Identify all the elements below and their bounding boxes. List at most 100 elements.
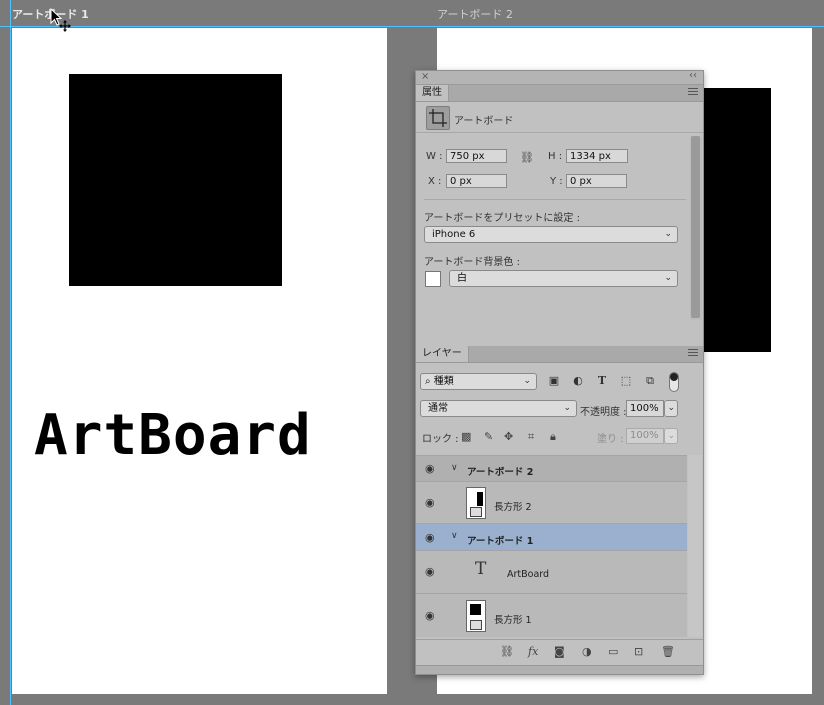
rectangle-1[interactable] (69, 74, 282, 286)
fill-label: 塗り : (597, 434, 624, 445)
filter-kind-value: 種類 (433, 376, 454, 387)
collapse-icon[interactable]: ‹‹ (689, 70, 697, 81)
eye-icon[interactable]: ◉ (425, 462, 435, 475)
tab-layers[interactable]: レイヤー (416, 346, 469, 362)
chevron-down-icon[interactable]: ∨ (451, 531, 458, 541)
bg-color-select[interactable]: 白 ⌄ (449, 270, 678, 287)
filter-kind-select[interactable]: ⌕ 種類 ⌄ (420, 373, 537, 390)
smart-object-filter-icon[interactable]: ⧉ (644, 375, 656, 387)
layer-thumbnail (466, 600, 486, 632)
opacity-label: 不透明度 : (580, 407, 627, 418)
new-group-icon[interactable]: ▭ (608, 645, 618, 658)
layer-name[interactable]: 長方形 2 (494, 499, 532, 513)
width-label: W : (426, 151, 443, 162)
tab-properties[interactable]: 属性 (416, 85, 449, 101)
width-field[interactable]: 750 px (446, 149, 507, 163)
layer-row-artboard-2[interactable]: ◉ ∨ アートボード 2 (416, 455, 687, 481)
layer-name[interactable]: ArtBoard (507, 569, 549, 580)
layer-name[interactable]: アートボード 1 (467, 533, 533, 547)
lock-row: ロック : ▩ ✎ ✥ ⌗ 🔒︎ 塗り : 100% ⌄ (416, 427, 703, 447)
bg-color-swatch[interactable] (425, 271, 441, 287)
preset-value: iPhone 6 (432, 229, 476, 240)
fx-icon[interactable]: fx (528, 645, 538, 658)
layers-bottom-bar: ⛓ fx ◙ ◑ ▭ ⊡ 🗑︎ (416, 639, 703, 664)
y-label: Y : (550, 176, 563, 187)
panel-menu-icon[interactable] (688, 88, 698, 97)
properties-tabbar: 属性 (416, 85, 703, 102)
lock-artboard-icon[interactable]: ⌗ (528, 430, 534, 444)
layers-scrollbar[interactable] (688, 455, 702, 637)
image-filter-icon[interactable]: ▣ (548, 375, 560, 387)
lock-move-icon[interactable]: ✥ (504, 430, 513, 443)
shape-link-icon (470, 620, 482, 630)
fill-dropdown[interactable]: ⌄ (664, 428, 678, 444)
preset-select[interactable]: iPhone 6 ⌄ (424, 226, 678, 243)
rectangle-2[interactable] (699, 88, 771, 352)
type-filter-icon[interactable]: T (596, 375, 608, 387)
layer-name[interactable]: アートボード 2 (467, 464, 533, 478)
chevron-down-icon: ⌄ (523, 376, 531, 386)
text-layer-icon: T (475, 559, 487, 579)
y-field[interactable]: 0 px (566, 174, 627, 188)
layers-tabbar: レイヤー (416, 346, 703, 363)
panel-menu-icon[interactable] (688, 349, 698, 358)
artboard-icon (426, 106, 450, 130)
adjustment-filter-icon[interactable]: ◐ (572, 375, 584, 387)
blend-mode-value: 通常 (428, 403, 448, 414)
x-field[interactable]: 0 px (446, 174, 507, 188)
shape-filter-icon[interactable]: ⬚ (620, 375, 632, 387)
panel-titlebar[interactable]: × ‹‹ (416, 70, 703, 85)
eye-icon[interactable]: ◉ (425, 609, 435, 622)
layer-name[interactable]: 長方形 1 (494, 612, 532, 626)
link-dimensions-icon[interactable]: ⛓ (520, 151, 534, 164)
properties-layers-panel: × ‹‹ 属性 アートボード W : 750 px ⛓ H : 1334 px … (415, 70, 704, 675)
filter-toggle[interactable] (669, 372, 679, 392)
x-label: X : (428, 176, 442, 187)
artboard-2-label[interactable]: アートボード 2 (437, 6, 513, 22)
artboard-text-layer[interactable]: ArtBoard (34, 404, 312, 468)
scrollbar-thumb[interactable] (691, 136, 700, 318)
eye-icon[interactable]: ◉ (425, 531, 435, 544)
layer-row-rectangle-2[interactable]: ◉ 長方形 2 (416, 481, 687, 523)
bg-color-value: 白 (457, 273, 467, 284)
chevron-down-icon: ⌄ (664, 273, 672, 283)
eye-icon[interactable]: ◉ (425, 496, 435, 509)
layer-row-text[interactable]: ◉ T ArtBoard (416, 550, 687, 593)
blend-mode-select[interactable]: 通常 ⌄ (420, 400, 577, 417)
preset-label: アートボードをプリセットに設定 : (424, 213, 580, 224)
lock-transparent-icon[interactable]: ▩ (461, 430, 471, 443)
opacity-field[interactable]: 100% (626, 400, 664, 417)
layer-thumbnail (466, 487, 486, 519)
layer-row-artboard-1[interactable]: ◉ ∨ アートボード 1 (416, 523, 687, 550)
chevron-down-icon: ⌄ (667, 431, 675, 441)
link-layers-icon[interactable]: ⛓ (500, 645, 514, 658)
shape-link-icon (470, 507, 482, 517)
horizontal-guide (0, 26, 824, 27)
vertical-guide (10, 0, 11, 705)
opacity-dropdown[interactable]: ⌄ (664, 400, 678, 417)
artboard-1[interactable]: ArtBoard (12, 28, 387, 694)
panel-resize-grip[interactable] (416, 665, 703, 674)
fill-field[interactable]: 100% (626, 428, 664, 444)
chevron-down-icon[interactable]: ∨ (451, 463, 458, 473)
layer-row-rectangle-1[interactable]: ◉ 長方形 1 (416, 593, 687, 637)
chevron-down-icon: ⌄ (563, 403, 571, 413)
move-cursor-icon (50, 8, 71, 32)
lock-brush-icon[interactable]: ✎ (484, 430, 493, 443)
properties-scrollbar[interactable] (690, 136, 702, 320)
layer-mask-icon[interactable]: ◙ (554, 645, 565, 658)
chevron-down-icon: ⌄ (667, 403, 675, 413)
search-icon: ⌕ (425, 376, 434, 387)
trash-icon[interactable]: 🗑︎ (661, 645, 675, 658)
properties-header-label: アートボード (454, 116, 514, 127)
layers-filter-bar: ⌕ 種類 ⌄ ▣ ◐ T ⬚ ⧉ (416, 367, 703, 397)
lock-all-icon[interactable]: 🔒︎ (550, 430, 556, 444)
close-icon[interactable]: × (421, 71, 429, 82)
lock-label: ロック : (422, 434, 459, 445)
adjustment-layer-icon[interactable]: ◑ (582, 645, 592, 658)
new-layer-icon[interactable]: ⊡ (634, 645, 643, 658)
height-field[interactable]: 1334 px (566, 149, 628, 163)
eye-icon[interactable]: ◉ (425, 565, 435, 578)
properties-header: アートボード (416, 102, 703, 133)
divider (424, 199, 686, 200)
